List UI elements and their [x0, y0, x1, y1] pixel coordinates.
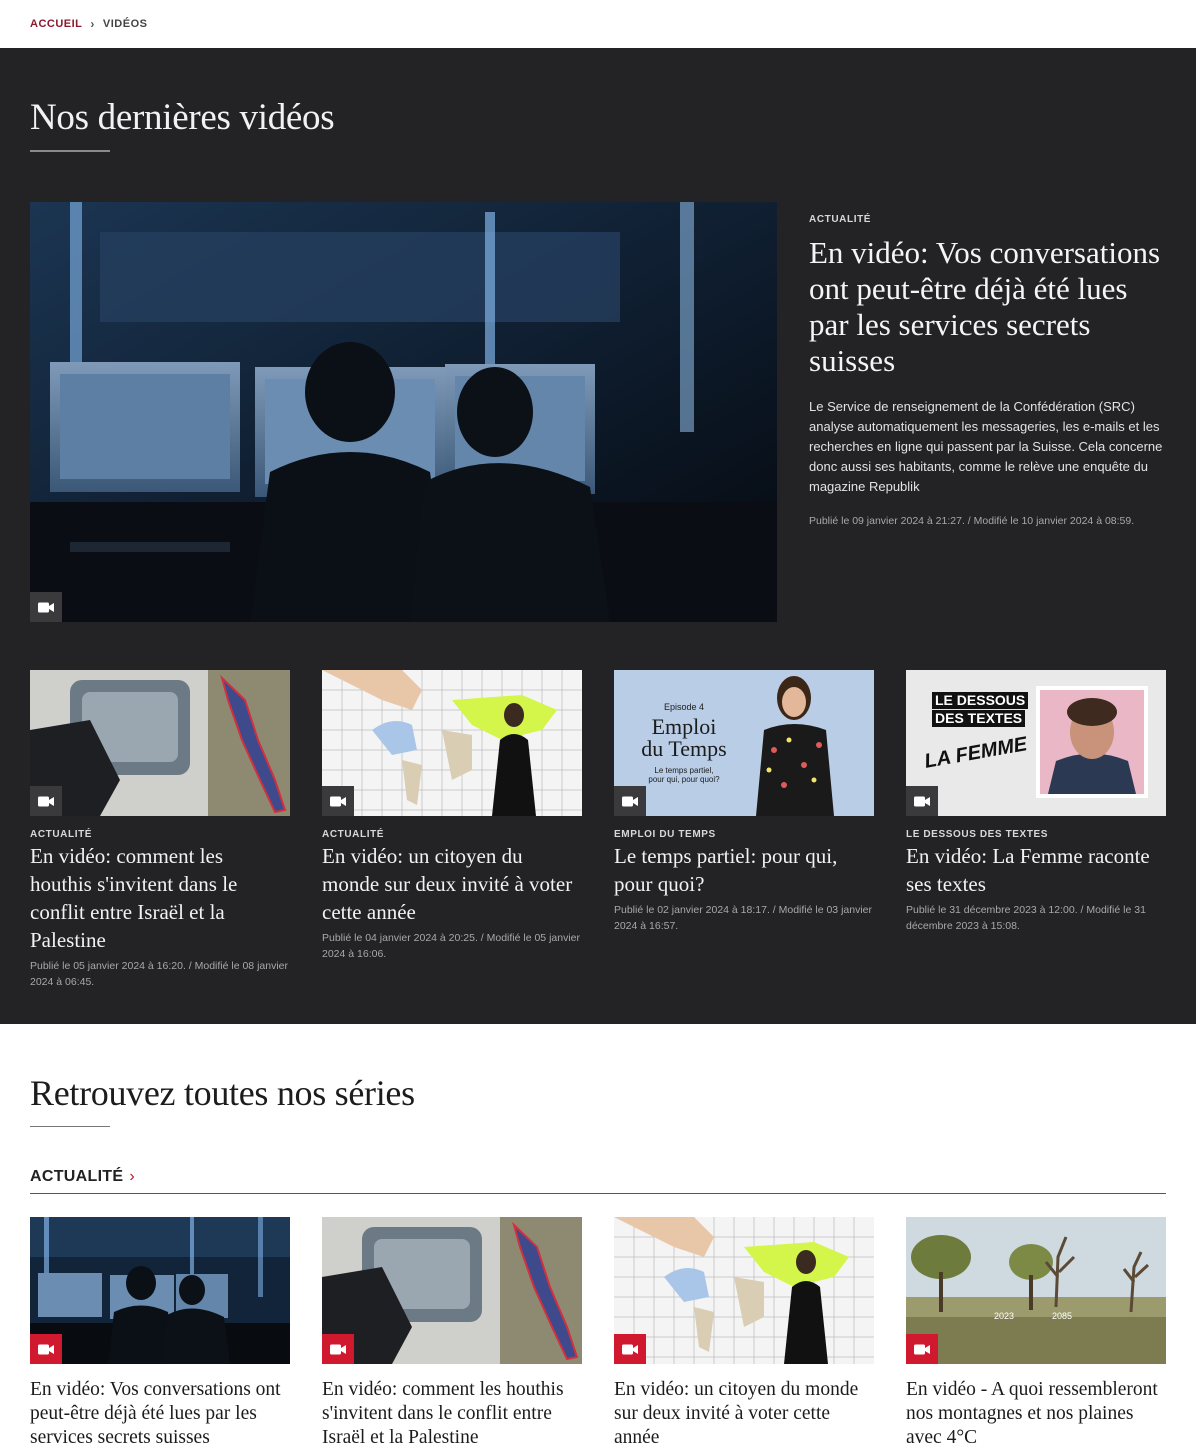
heading-underline: [30, 150, 110, 152]
series-video-card[interactable]: En vidéo: comment les houthis s'invitent…: [322, 1217, 582, 1450]
video-thumbnail[interactable]: [614, 1217, 874, 1364]
card-meta: Publié le 05 janvier 2024 à 16:20. / Mod…: [30, 960, 288, 988]
card-title[interactable]: En vidéo: La Femme raconte ses textes: [906, 842, 1166, 898]
series-section: Retrouvez toutes nos séries ACTUALITÉ ›: [0, 1024, 1196, 1452]
card-kicker[interactable]: LE DESSOUS DES TEXTES: [906, 829, 1166, 840]
artist-photo: [1036, 686, 1148, 798]
video-camera-icon: [30, 1334, 62, 1364]
series-category-header[interactable]: ACTUALITÉ ›: [30, 1168, 1166, 1194]
card-title[interactable]: En vidéo - A quoi ressembleront nos mont…: [906, 1378, 1166, 1450]
video-camera-icon: [30, 786, 62, 816]
card-meta: Publié le 02 janvier 2024 à 18:17. / Mod…: [614, 904, 872, 932]
card-kicker[interactable]: EMPLOI DU TEMPS: [614, 829, 874, 840]
series-video-card[interactable]: En vidéo: Vos conversations ont peut-êtr…: [30, 1217, 290, 1450]
hero-article: ACTUALITÉ En vidéo: Vos conversations on…: [809, 202, 1166, 529]
card-meta: Publié le 31 décembre 2023 à 12:00. / Mo…: [906, 904, 1146, 932]
thumbnail-year-label: 2023: [994, 1311, 1015, 1321]
thumbnail-logo-line1: LE DESSOUS: [932, 692, 1029, 709]
video-camera-icon: [906, 1334, 938, 1364]
latest-video-card[interactable]: Episode 4 Emploi du Temps Le temps parti…: [614, 670, 874, 934]
video-thumbnail[interactable]: Episode 4 Emploi du Temps Le temps parti…: [614, 670, 874, 816]
series-video-card[interactable]: En vidéo: un citoyen du monde sur deux i…: [614, 1217, 874, 1450]
hero-kicker[interactable]: ACTUALITÉ: [809, 214, 1166, 225]
hero-description: Le Service de renseignement de la Conféd…: [809, 399, 1163, 494]
card-title[interactable]: En vidéo: comment les houthis s'invitent…: [30, 842, 290, 954]
video-camera-icon: [30, 592, 62, 622]
card-title[interactable]: En vidéo: un citoyen du monde sur deux i…: [322, 842, 582, 926]
world-map-thumbnail-image: [322, 670, 582, 816]
card-kicker[interactable]: ACTUALITÉ: [322, 829, 582, 840]
hero-meta: Publié le 09 janvier 2024 à 21:27. / Mod…: [809, 515, 1135, 527]
breadcrumb-chevron-icon: ›: [90, 17, 95, 31]
breadcrumb-current: VIDÉOS: [102, 18, 148, 30]
thumbnail-artist-name: LA FEMME: [922, 733, 1029, 773]
video-camera-icon: [906, 786, 938, 816]
video-thumbnail[interactable]: [30, 670, 290, 816]
latest-video-card[interactable]: LE DESSOUS DES TEXTES LA FEMME LE DESSOU…: [906, 670, 1166, 934]
world-map-thumbnail-image: [614, 1217, 874, 1364]
video-camera-icon: [322, 1334, 354, 1364]
video-thumbnail[interactable]: LE DESSOUS DES TEXTES LA FEMME: [906, 670, 1166, 816]
thumbnail-year-label: 2085: [1052, 1311, 1073, 1321]
hero-video-thumbnail[interactable]: [30, 202, 777, 622]
control-room-thumbnail-image: [30, 1217, 290, 1364]
latest-video-card[interactable]: ACTUALITÉ En vidéo: un citoyen du monde …: [322, 670, 582, 962]
video-thumbnail[interactable]: 2023 2085: [906, 1217, 1166, 1364]
hero-image-control-room: [30, 202, 777, 622]
latest-video-card[interactable]: ACTUALITÉ En vidéo: comment les houthis …: [30, 670, 290, 990]
series-video-card[interactable]: 2023 2085 En vidéo - A quoi ressembleron…: [906, 1217, 1166, 1450]
breadcrumb-home-link[interactable]: ACCUEIL: [30, 18, 82, 30]
video-thumbnail[interactable]: [322, 670, 582, 816]
video-thumbnail[interactable]: [322, 1217, 582, 1364]
card-title[interactable]: En vidéo: Vos conversations ont peut-êtr…: [30, 1378, 290, 1450]
card-meta: Publié le 04 janvier 2024 à 20:25. / Mod…: [322, 932, 580, 960]
chevron-right-icon[interactable]: ›: [129, 1168, 134, 1186]
presenter-image: [756, 676, 834, 816]
houthis-thumbnail-image: [30, 670, 290, 816]
series-category-label[interactable]: ACTUALITÉ: [30, 1168, 123, 1186]
card-kicker[interactable]: ACTUALITÉ: [30, 829, 290, 840]
card-title[interactable]: En vidéo: comment les houthis s'invitent…: [322, 1378, 582, 1450]
latest-videos-section: Nos dernières vidéos ACTUALITÉ En vidéo:…: [0, 48, 1196, 1024]
video-camera-icon: [614, 786, 646, 816]
video-camera-icon: [322, 786, 354, 816]
houthis-thumbnail-image: [322, 1217, 582, 1364]
thumbnail-show-logo: LE DESSOUS DES TEXTES: [932, 692, 1029, 727]
landscape-thumbnail-image: [906, 1217, 1166, 1364]
latest-videos-heading: Nos dernières vidéos: [30, 97, 335, 138]
series-heading: Retrouvez toutes nos séries: [30, 1073, 415, 1113]
video-camera-icon: [614, 1334, 646, 1364]
thumbnail-logo-line2: DES TEXTES: [932, 710, 1026, 727]
heading-underline: [30, 1126, 110, 1127]
breadcrumb: ACCUEIL › VIDÉOS: [0, 0, 1196, 48]
card-title[interactable]: En vidéo: un citoyen du monde sur deux i…: [614, 1378, 874, 1450]
hero-title[interactable]: En vidéo: Vos conversations ont peut-êtr…: [809, 235, 1166, 379]
card-title[interactable]: Le temps partiel: pour qui, pour quoi?: [614, 842, 874, 898]
video-thumbnail[interactable]: [30, 1217, 290, 1364]
